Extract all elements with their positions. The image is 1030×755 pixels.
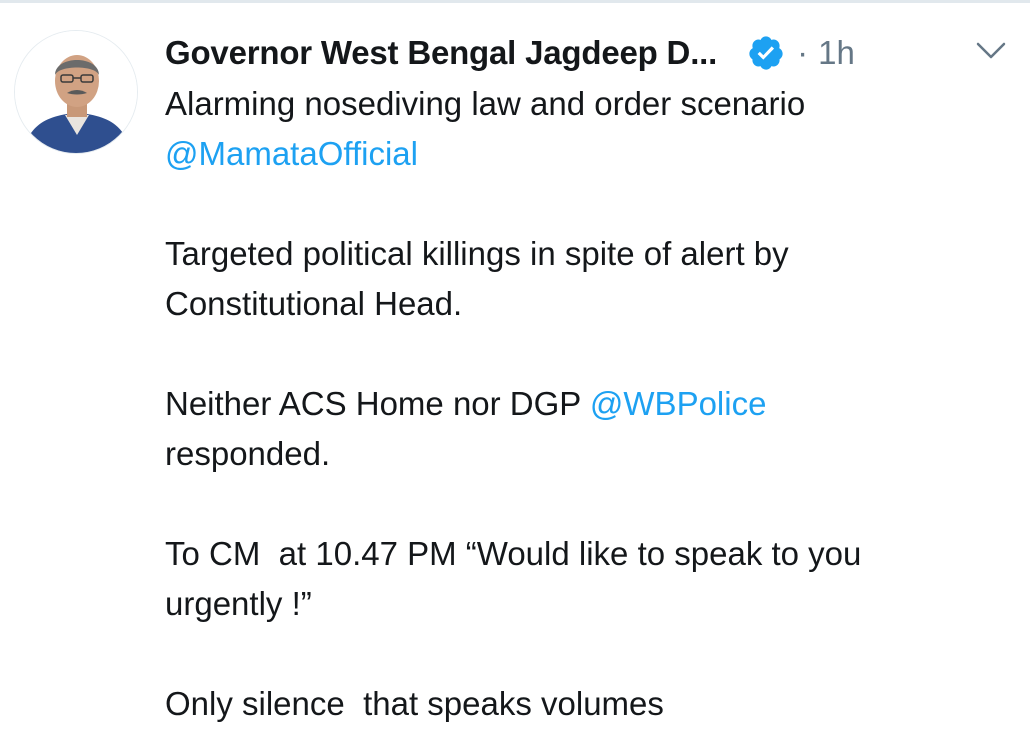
separator-dot: · [797,34,809,71]
tweet-line: Targeted political killings in spite of … [165,235,789,272]
tweet-line: Alarming nosediving law and order scenar… [165,85,806,122]
tweet-line: urgently !” [165,585,312,622]
tweet-header: Governor West Bengal Jagdeep D... · 1h [165,27,1005,79]
timestamp-link[interactable]: 1h [818,34,855,72]
tweet-card[interactable]: Governor West Bengal Jagdeep D... · 1h A… [0,3,1030,755]
tweet-line: To CM at 10.47 PM “Would like to speak t… [165,535,862,572]
tweet-line: Only silence that speaks volumes [165,685,664,722]
chevron-down-icon[interactable] [975,41,1007,61]
verified-badge-icon [747,34,785,72]
avatar[interactable] [14,30,138,154]
mention-mamataofficial[interactable]: @MamataOfficial [165,135,418,172]
mention-wbpolice[interactable]: @WBPolice [590,385,767,422]
tweet-line: Constitutional Head. [165,285,463,322]
tweet-content: Governor West Bengal Jagdeep D... · 1h A… [165,27,1005,729]
tweet-line-prefix: Neither ACS Home nor DGP [165,385,590,422]
author-display-name[interactable]: Governor West Bengal Jagdeep D... [165,34,717,72]
tweet-text: Alarming nosediving law and order scenar… [165,79,1005,729]
tweet-line: responded. [165,435,331,472]
